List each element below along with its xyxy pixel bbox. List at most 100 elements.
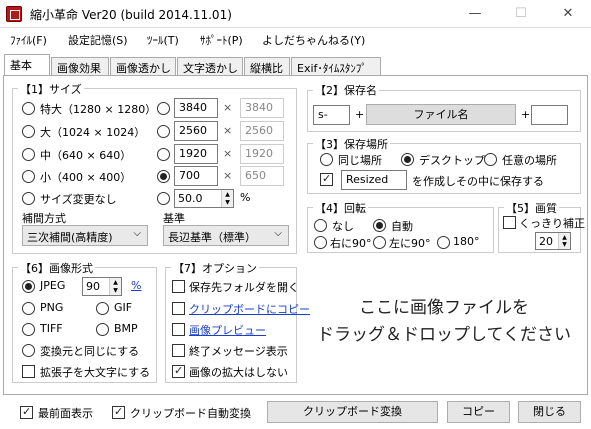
open-folder-label: 保存先フォルダを開く bbox=[189, 281, 299, 294]
upper-ext-checkbox[interactable] bbox=[22, 365, 35, 378]
bmp-label: BMP bbox=[114, 322, 138, 335]
suffix-input[interactable] bbox=[531, 105, 568, 125]
size-xl-radio[interactable] bbox=[22, 102, 35, 115]
app-icon[interactable] bbox=[6, 6, 22, 22]
clipboard-watch-checkbox[interactable] bbox=[112, 405, 125, 419]
create-folder-checkbox[interactable] bbox=[320, 172, 333, 186]
custom-height-1[interactable]: 3840 bbox=[240, 98, 284, 118]
quality-percent-link[interactable]: % bbox=[131, 279, 141, 292]
preview-checkbox[interactable] bbox=[172, 323, 185, 336]
format-group-label: 【6】画像形式 bbox=[18, 260, 95, 276]
custom-size-4-radio[interactable] bbox=[157, 170, 170, 183]
interp-select[interactable]: 三次補間(高精度) ⌵ bbox=[22, 225, 148, 246]
times-sign: × bbox=[223, 124, 233, 137]
end-message-checkbox[interactable] bbox=[172, 344, 185, 357]
size-none-radio[interactable] bbox=[22, 192, 35, 205]
custom-width-2[interactable]: 2560 bbox=[174, 121, 218, 141]
rotate-auto-label: 自動 bbox=[391, 220, 413, 233]
close-window-button[interactable]: ✕ bbox=[545, 0, 591, 28]
menu-bar: ﾌｧｲﾙ(F) 設定記憶(S) ﾂｰﾙ(T) ｻﾎﾟｰﾄ(P) よしだちゃんねる… bbox=[0, 29, 591, 49]
savename-group-label: 【2】保存名 bbox=[313, 82, 379, 98]
desktop-radio[interactable] bbox=[401, 153, 414, 166]
preview-link[interactable]: 画像プレビュー bbox=[189, 322, 266, 338]
tab-basic[interactable]: 基本 bbox=[4, 54, 50, 76]
custom-width-4[interactable]: 700 bbox=[174, 166, 218, 186]
menu-tools[interactable]: ﾂｰﾙ(T) bbox=[147, 32, 179, 48]
quality-spinner[interactable]: 20 ▲ ▼ bbox=[535, 232, 571, 250]
custom-size-1-radio[interactable] bbox=[157, 102, 170, 115]
spin-down-icon[interactable]: ▼ bbox=[109, 286, 121, 295]
topmost-checkbox[interactable] bbox=[20, 405, 33, 419]
size-l-radio[interactable] bbox=[22, 125, 35, 138]
spin-down-icon[interactable]: ▼ bbox=[221, 198, 233, 207]
clipboard-convert-button[interactable]: クリップボード変換 bbox=[267, 401, 438, 423]
tab-effects[interactable]: 画像効果 bbox=[51, 57, 109, 76]
custom-size-2-radio[interactable] bbox=[157, 125, 170, 138]
drop-zone[interactable]: ここに画像ファイルを ドラッグ＆ドロップしてください bbox=[307, 295, 581, 351]
clipboard-copy-link[interactable]: クリップボードにコピー bbox=[189, 301, 310, 317]
size-m-radio[interactable] bbox=[22, 148, 35, 161]
same-format-radio[interactable] bbox=[22, 344, 35, 357]
gif-radio[interactable] bbox=[96, 302, 109, 315]
desktop-label: デスクトップ bbox=[419, 154, 485, 167]
no-enlarge-checkbox[interactable] bbox=[172, 364, 185, 378]
interp-label: 補間方式 bbox=[22, 212, 66, 225]
custom-height-4[interactable]: 650 bbox=[240, 166, 284, 186]
maximize-button[interactable]: ☐ bbox=[498, 0, 544, 28]
tiff-radio[interactable] bbox=[22, 323, 35, 336]
custom-size-3-radio[interactable] bbox=[157, 148, 170, 161]
rotate-auto-radio[interactable] bbox=[373, 219, 386, 232]
custom-width-3[interactable]: 1920 bbox=[174, 144, 218, 164]
open-folder-checkbox[interactable] bbox=[172, 280, 185, 293]
sharp-label: くっきり補正 bbox=[519, 217, 585, 230]
close-button[interactable]: 閉じる bbox=[518, 401, 581, 423]
same-place-radio[interactable] bbox=[320, 153, 333, 166]
menu-settings[interactable]: 設定記憶(S) bbox=[68, 32, 128, 48]
percent-unit: % bbox=[240, 191, 251, 204]
tab-exif[interactable]: Exif･ﾀｲﾑｽﾀﾝﾌﾟ bbox=[291, 57, 381, 76]
plus-sign: + bbox=[521, 108, 531, 121]
rotate-180-radio[interactable] bbox=[437, 236, 450, 249]
tab-image-watermark[interactable]: 画像透かし bbox=[110, 57, 176, 76]
percent-spinner[interactable]: 50.0 ▲ ▼ bbox=[174, 189, 234, 208]
bmp-radio[interactable] bbox=[96, 323, 109, 336]
times-sign: × bbox=[223, 169, 233, 182]
any-place-label: 任意の場所 bbox=[502, 154, 557, 167]
any-place-radio[interactable] bbox=[484, 153, 497, 166]
tab-text-watermark[interactable]: 文字透かし bbox=[177, 57, 243, 76]
upper-ext-label: 拡張子を大文字にする bbox=[40, 366, 151, 379]
spin-down-icon[interactable]: ▼ bbox=[558, 240, 570, 249]
rotate-right-radio[interactable] bbox=[314, 236, 327, 249]
size-none-label: サイズ変更なし bbox=[40, 193, 117, 206]
minimize-button[interactable]: — bbox=[452, 0, 498, 28]
drop-line-2: ドラッグ＆ドロップしてください bbox=[317, 325, 571, 345]
copy-button[interactable]: コピー bbox=[447, 401, 510, 423]
size-s-radio[interactable] bbox=[22, 170, 35, 183]
basis-select[interactable]: 長辺基準（標準） ⌵ bbox=[163, 225, 289, 246]
custom-height-2[interactable]: 2560 bbox=[240, 121, 284, 141]
menu-file[interactable]: ﾌｧｲﾙ(F) bbox=[10, 32, 47, 48]
jpeg-radio[interactable] bbox=[22, 280, 35, 293]
prefix-input[interactable]: s- bbox=[313, 105, 350, 125]
clipboard-copy-checkbox[interactable] bbox=[172, 302, 185, 315]
sharp-checkbox[interactable] bbox=[503, 216, 516, 229]
custom-height-3[interactable]: 1920 bbox=[240, 144, 284, 164]
title-bar: 縮小革命 Ver20 (build 2014.11.01) — ☐ ✕ bbox=[0, 0, 591, 28]
tab-aspect[interactable]: 縦横比 bbox=[244, 57, 290, 76]
png-radio[interactable] bbox=[22, 302, 35, 315]
custom-width-1[interactable]: 3840 bbox=[174, 98, 218, 118]
bottom-bar: 最前面表示 クリップボード自動変換 クリップボード変換 コピー 閉じる bbox=[0, 396, 591, 429]
rotate-none-label: なし bbox=[332, 220, 354, 233]
percent-radio[interactable] bbox=[157, 192, 170, 205]
menu-support[interactable]: ｻﾎﾟｰﾄ(P) bbox=[200, 32, 243, 48]
rotate-none-radio[interactable] bbox=[314, 219, 327, 232]
times-sign: × bbox=[223, 101, 233, 114]
menu-yoshida[interactable]: よしだちゃんねる(Y) bbox=[262, 32, 365, 48]
filename-button[interactable]: ファイル名 bbox=[366, 104, 516, 125]
folder-name-input[interactable]: Resized bbox=[341, 170, 407, 190]
jpeg-quality-spinner[interactable]: 90 ▲ ▼ bbox=[82, 277, 122, 296]
size-m-label: 中（640 × 640） bbox=[40, 149, 132, 162]
rotate-left-radio[interactable] bbox=[373, 236, 386, 249]
folder-text: を作成しその中に保存する bbox=[412, 175, 544, 188]
plus-sign: + bbox=[355, 108, 365, 121]
